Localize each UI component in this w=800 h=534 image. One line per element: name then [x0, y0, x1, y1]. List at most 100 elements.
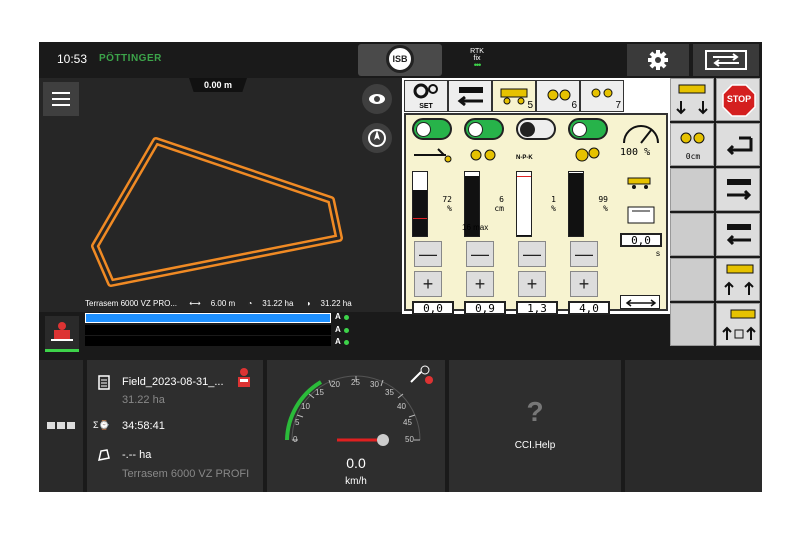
value-box-2[interactable]: 0,9 — [464, 301, 506, 315]
tick-label-35: 35 — [385, 388, 394, 397]
decrease-button-4[interactable]: — — [570, 241, 598, 267]
percent-3: 1% — [551, 195, 556, 213]
dashboard-switcher[interactable] — [39, 360, 83, 492]
area-worked: 31.22 ha — [320, 299, 352, 308]
softkey-empty-1[interactable] — [670, 168, 714, 211]
implement-icon — [51, 322, 73, 341]
hamburger-icon — [52, 92, 70, 106]
worked-area: -.-- ha — [122, 449, 152, 461]
field-info-card[interactable]: Field_2023-08-31_... 31.22 ha Σ⌚ 34:58:4… — [87, 360, 263, 492]
tick-label-25: 25 — [351, 378, 360, 387]
tick-label-30: 30 — [370, 380, 379, 389]
working-width: 6.00 m — [210, 299, 236, 308]
percent-2: 6 cm — [494, 195, 504, 213]
fold-in-icon — [726, 224, 751, 246]
width-button[interactable] — [620, 295, 660, 309]
brand-logo: PÖTTINGER — [99, 53, 162, 64]
softkey-depth[interactable]: 0cm — [670, 123, 714, 166]
tab-6[interactable]: 6 — [536, 80, 580, 112]
decrease-button-3[interactable]: — — [518, 241, 546, 267]
max-depth-label: 16 max — [462, 223, 489, 232]
section-lane-2 — [85, 325, 331, 335]
worked-area-icon — [98, 449, 110, 461]
disc-coulter-icon — [575, 147, 600, 162]
section-lane-3 — [85, 336, 331, 346]
clipboard-icon — [98, 375, 110, 390]
metering-toggle-4[interactable] — [568, 118, 608, 140]
tab-5[interactable]: 5 — [492, 80, 536, 112]
softkey-raise-implement[interactable] — [716, 258, 760, 301]
menu-button[interactable] — [43, 82, 79, 116]
hopper-column: 100 % 0,0 s — [616, 117, 666, 309]
hopper-percent: 100 % — [620, 147, 651, 158]
section-lane-1 — [85, 313, 331, 323]
field-boundary — [91, 137, 343, 287]
metering-toggle-1[interactable] — [412, 118, 452, 140]
field-area: 31.22 ha — [122, 394, 165, 406]
seeder-small-icon — [627, 177, 651, 189]
tab-7[interactable]: 7 — [580, 80, 624, 112]
metering-toggle-2[interactable] — [464, 118, 504, 140]
increase-button-1[interactable]: + — [414, 271, 442, 297]
swap-view-button[interactable] — [693, 44, 759, 76]
empty-dashboard-slot — [625, 360, 762, 492]
metering-panel: 72% — + 0,0 6 cm 16 max — + 0,9 N-P-K 1 … — [404, 113, 668, 315]
lane-status-dot — [344, 315, 349, 320]
lane-label-1: A — [335, 312, 341, 321]
softkey-empty-4[interactable] — [670, 303, 714, 346]
value-box-4[interactable]: 4,0 — [568, 301, 610, 315]
stop-button[interactable]: STOP — [716, 78, 760, 121]
lane-label-3: A — [335, 337, 341, 346]
implement-name: Terrasem 6000 VZ PRO... — [85, 299, 178, 308]
implement-button[interactable] — [45, 316, 79, 352]
softkey-fold-out[interactable] — [716, 168, 760, 211]
tick-label-0: 0 — [293, 435, 298, 444]
settings-button[interactable] — [627, 44, 689, 76]
tab-return[interactable] — [448, 80, 492, 112]
fill-bar-3 — [516, 171, 532, 237]
help-question-icon: ? — [526, 396, 544, 427]
lane-status-dot — [344, 328, 349, 333]
decrease-button-2[interactable]: — — [466, 241, 494, 267]
softkey-bar: STOP 0cm — [670, 78, 762, 350]
area-icon: ◔ — [247, 299, 253, 308]
isb-button[interactable]: ISB — [358, 44, 442, 76]
metering-toggle-3[interactable] — [516, 118, 556, 140]
compass-button[interactable] — [362, 123, 392, 153]
top-bar: 10:53 PÖTTINGER ISB RTK fix ••• — [39, 42, 762, 78]
percent-3-unit: % — [551, 204, 556, 213]
depth-value: 0cm — [685, 152, 701, 161]
softkey-lower-implement[interactable] — [670, 78, 714, 121]
softkey-fold-in[interactable] — [716, 213, 760, 256]
implement-warning-icon — [238, 368, 250, 387]
rtk-label: RTK — [470, 48, 484, 55]
delay-unit: s — [656, 249, 660, 258]
percent-4-value: 99 — [598, 195, 608, 204]
decrease-button-1[interactable]: — — [414, 241, 442, 267]
softkey-empty-3[interactable] — [670, 258, 714, 301]
value-box-1[interactable]: 0,0 — [412, 301, 454, 315]
delay-value-box[interactable]: 0,0 — [620, 233, 662, 247]
percent-1-unit: % — [447, 204, 452, 213]
lane-label-2: A — [335, 325, 341, 334]
increase-button-3[interactable]: + — [518, 271, 546, 297]
clock: 10:53 — [57, 52, 88, 66]
increase-button-4[interactable]: + — [570, 271, 598, 297]
value-box-3[interactable]: 1,3 — [516, 301, 558, 315]
rtk-status: RTK fix ••• — [467, 48, 487, 70]
softkey-empty-2[interactable] — [670, 213, 714, 256]
return-arrow-icon — [457, 87, 483, 107]
increase-button-2[interactable]: + — [466, 271, 494, 297]
tab-set[interactable]: SET — [404, 80, 448, 112]
gears-icon — [413, 83, 438, 99]
distance-indicator: 0.00 m — [189, 78, 247, 92]
tab-5-number: 5 — [527, 100, 533, 111]
tick-label-50: 50 — [405, 435, 414, 444]
rollers-icon — [680, 132, 705, 144]
back-button[interactable] — [716, 123, 760, 166]
field-map[interactable]: 0.00 m Terrasem 6000 VZ PRO... ⟷ 6.00 m ◔… — [39, 78, 402, 346]
help-card[interactable]: ? CCI.Help — [449, 360, 621, 492]
softkey-raise-marker[interactable] — [716, 303, 760, 346]
view-toggle-button[interactable] — [362, 84, 392, 114]
three-squares-icon — [47, 422, 75, 429]
